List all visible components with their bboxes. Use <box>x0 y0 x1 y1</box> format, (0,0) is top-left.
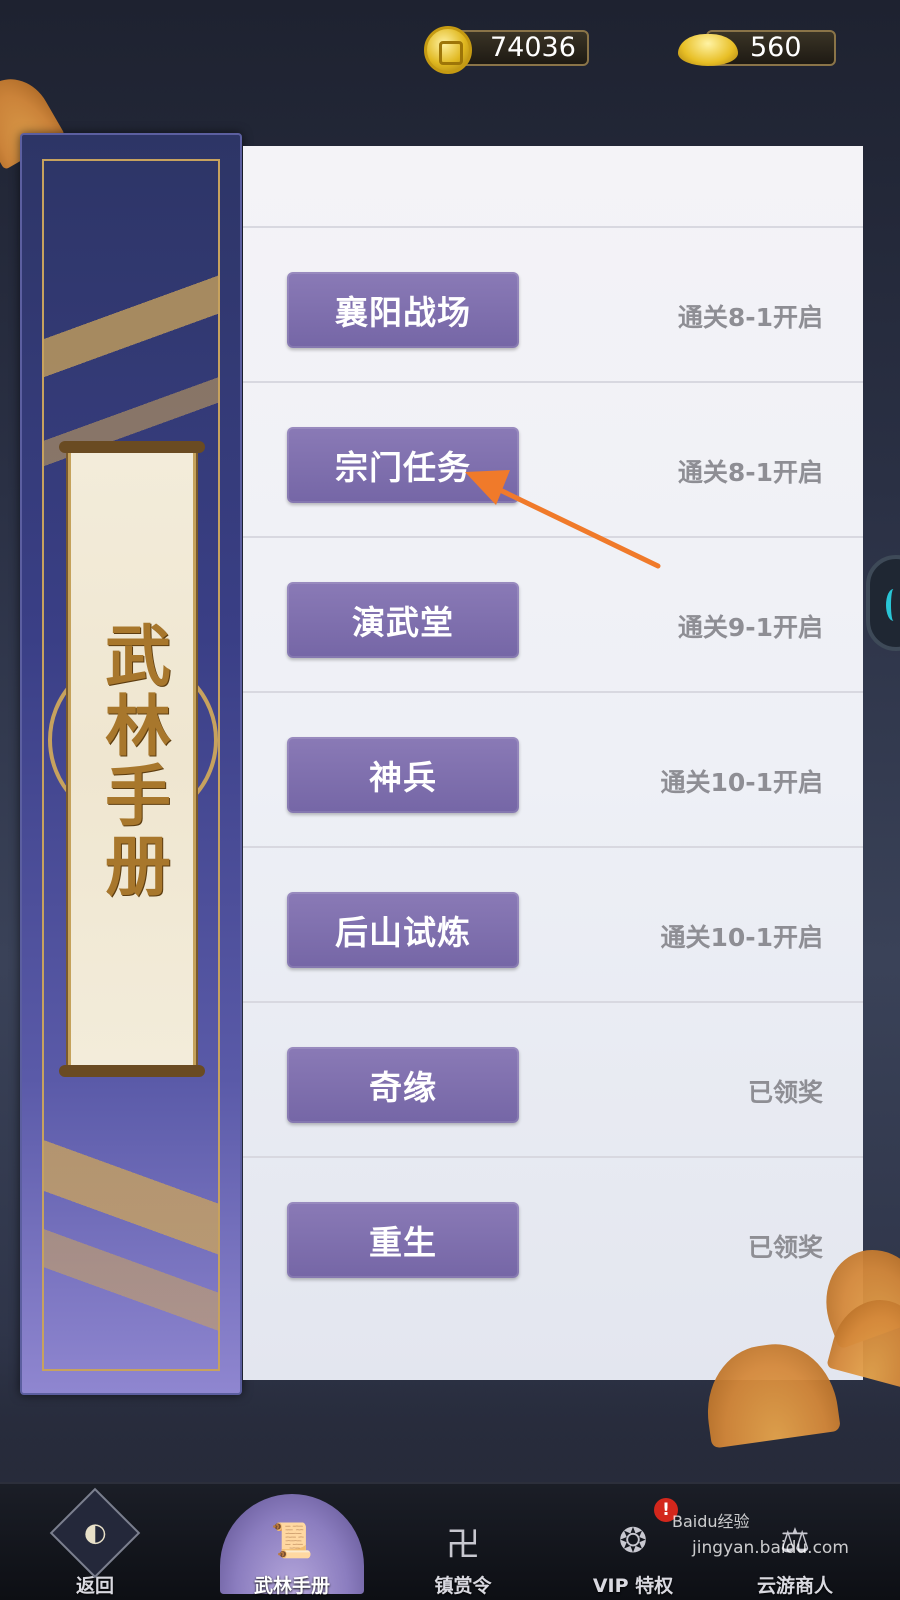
list-item: 襄阳战场 通关8-1开启 <box>243 228 863 383</box>
manual-banner: 武林手册 <box>20 133 242 1395</box>
baidu-watermark: Baidu经验 jingyan.baidu.com <box>672 1508 872 1588</box>
unlock-status: 通关8-1开启 <box>677 458 823 487</box>
list-item: 宗门任务 通关8-1开启 <box>243 383 863 538</box>
reward-status: 已领奖 <box>747 1078 823 1107</box>
title-scroll: 武林手册 <box>59 441 205 1077</box>
mountain-trial-button[interactable]: 后山试炼 <box>287 892 519 968</box>
coin-icon <box>424 26 472 74</box>
back-button[interactable]: ◐ 返回 <box>30 1487 160 1598</box>
unlock-status: 通关9-1开启 <box>677 613 823 642</box>
divine-weapon-button[interactable]: 神兵 <box>287 737 519 813</box>
training-hall-button[interactable]: 演武堂 <box>287 582 519 658</box>
panel-header <box>243 146 863 228</box>
back-diamond-icon: ◐ <box>49 1487 141 1579</box>
watermark-url: jingyan.baidu.com <box>692 1538 849 1558</box>
coin-amount: 74036 <box>452 30 589 66</box>
vip-label: VIP 特权 <box>592 1575 674 1597</box>
list-item: 奇缘 已领奖 <box>243 1003 863 1158</box>
bounty-icon: 卍 <box>446 1524 480 1565</box>
adventure-button[interactable]: 奇缘 <box>287 1047 519 1123</box>
ingot-counter[interactable]: 560 <box>678 28 843 68</box>
bounty-label: 镇赏令 <box>434 1575 492 1597</box>
list-item: 演武堂 通关9-1开启 <box>243 538 863 693</box>
unlock-status: 通关10-1开启 <box>660 923 823 952</box>
gold-ingot-icon <box>678 34 738 66</box>
feature-list-panel: 襄阳战场 通关8-1开启 宗门任务 通关8-1开启 演武堂 通关9-1开启 神兵… <box>243 146 863 1380</box>
coin-counter[interactable]: 74036 <box>424 26 589 74</box>
unlock-status: 通关8-1开启 <box>677 303 823 332</box>
tab-martial-manual[interactable]: 📜 武林手册 <box>220 1494 364 1598</box>
list-item: 重生 已领奖 <box>243 1158 863 1313</box>
list-item: 神兵 通关10-1开启 <box>243 693 863 848</box>
banner-title: 武林手册 <box>94 621 171 901</box>
unlock-status: 通关10-1开启 <box>660 768 823 797</box>
rebirth-button[interactable]: 重生 <box>287 1202 519 1278</box>
sect-mission-button[interactable]: 宗门任务 <box>287 427 519 503</box>
tab-bounty[interactable]: 卍 镇赏令 <box>398 1494 528 1598</box>
scroll-icon: 📜 <box>270 1521 314 1561</box>
watermark-brand: Baidu经验 <box>672 1512 750 1531</box>
list-item: 后山试炼 通关10-1开启 <box>243 848 863 1003</box>
xiangyang-battlefield-button[interactable]: 襄阳战场 <box>287 272 519 348</box>
reward-status: 已领奖 <box>747 1233 823 1262</box>
manual-label: 武林手册 <box>253 1575 330 1597</box>
vip-emblem-icon: ❂ <box>618 1521 648 1561</box>
side-drawer-handle[interactable] <box>866 555 900 651</box>
